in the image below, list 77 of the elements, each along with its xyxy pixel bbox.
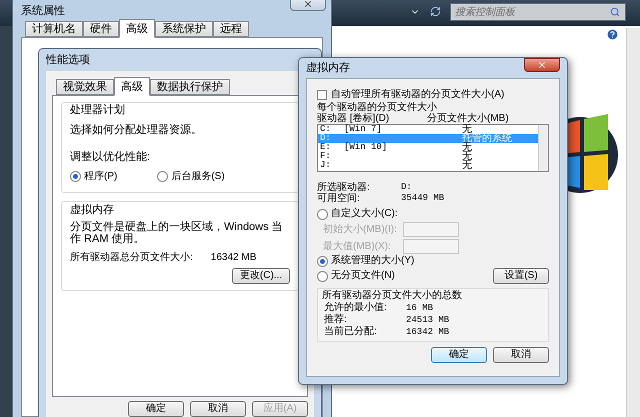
tab[interactable]: 数据执行保护 [150, 79, 230, 95]
close-icon [303, 0, 313, 9]
tab[interactable]: 计算机名 [25, 21, 83, 37]
close-button[interactable] [524, 58, 560, 72]
group-heading: 处理器计划 [70, 103, 126, 118]
drive-label: [Win 10] [344, 143, 388, 152]
tab[interactable]: 视觉效果 [56, 79, 114, 95]
close-button[interactable] [290, 0, 326, 11]
section-heading: 每个驱动器的分页文件大小 [317, 102, 438, 113]
drive-letter: E: [319, 143, 332, 152]
column-header: 驱动器 [卷标](D) [317, 113, 390, 124]
radio-label[interactable]: 自定义大小(C): [331, 208, 398, 220]
window-title: 系统属性 [21, 6, 65, 17]
drive-row[interactable]: J: 无 [318, 161, 538, 170]
tab[interactable]: 高级 [114, 77, 150, 96]
radio-button[interactable] [317, 270, 328, 282]
radio-button[interactable] [317, 256, 328, 266]
field-label: 初始大小(MB)(I): [323, 222, 398, 237]
page-file-size: 无 [462, 161, 472, 170]
refresh-icon[interactable] [430, 6, 441, 17]
drive-row[interactable]: F: 无 [318, 152, 538, 161]
scrollbar[interactable] [626, 28, 640, 417]
description-text: 选择如何分配处理器资源。 [70, 122, 203, 138]
radio-label[interactable]: 系统管理的大小(Y) [331, 255, 414, 267]
radio-label[interactable]: 后台服务(S) [171, 168, 225, 184]
field-value: 16342 MB [210, 251, 256, 265]
drive-label: [Win 7] [344, 125, 382, 134]
tab[interactable]: 系统保护 [155, 21, 213, 37]
dialog-button[interactable]: 取消 [190, 401, 246, 417]
field-label: 所选驱动器: [317, 182, 371, 193]
page-file-size: 无 [462, 125, 472, 134]
set-button[interactable]: 设置(S) [493, 268, 549, 284]
radio-button[interactable] [70, 170, 81, 182]
description-text: 分页文件是硬盘上的一块区域，Windows 当作 RAM 使用。 [70, 221, 284, 245]
radio-label[interactable]: 无分页文件(N) [331, 270, 395, 282]
drive-row[interactable]: E: [Win 10] 无 [318, 143, 538, 152]
field-value: D: [401, 182, 412, 193]
drive-row[interactable]: C: [Win 7] 无 [318, 125, 538, 134]
field-value: 24513 MB [406, 314, 450, 326]
column-header: 分页文件大小(MB) [427, 113, 509, 124]
field-value: 35449 MB [401, 193, 444, 204]
dialog-button[interactable]: 确定 [128, 401, 184, 417]
scrollbar[interactable] [538, 125, 548, 171]
field-label: 允许的最小值: [324, 302, 388, 314]
field-label: 调整以优化性能: [70, 150, 152, 165]
dialog-button[interactable]: 取消 [493, 347, 549, 363]
window-title: 虚拟内存 [306, 62, 350, 74]
window-title: 性能选项 [46, 54, 90, 66]
tab[interactable]: 高级 [119, 19, 155, 38]
help-icon[interactable] [606, 28, 619, 41]
drive-letter: C: [319, 125, 332, 134]
change-button[interactable]: 更改(C)... [232, 268, 290, 284]
field-label: 当前已分配: [324, 326, 378, 338]
close-icon [537, 60, 547, 70]
checkbox[interactable] [317, 90, 327, 100]
field-value: 16 MB [406, 302, 434, 314]
drive-letter: J: [319, 161, 332, 170]
page-file-size: 无 [462, 143, 472, 152]
search-field[interactable]: 搜索控制面板 [450, 3, 626, 21]
tab[interactable]: 硬件 [83, 21, 119, 37]
field-label: 最大值(MB)(X): [323, 240, 392, 254]
group-heading: 所有驱动器分页文件大小的总数 [322, 289, 463, 302]
checkbox-label[interactable]: 自动管理所有驱动器的分页文件大小(A) [331, 87, 504, 102]
radio-button[interactable] [317, 208, 328, 220]
field-label: 可用空间: [317, 193, 361, 204]
radio-label[interactable]: 程序(P) [84, 168, 118, 184]
search-icon[interactable] [610, 7, 620, 17]
field-value: 16342 MB [406, 326, 450, 338]
drive-letter: F: [319, 152, 332, 161]
dialog-button[interactable]: 确定 [431, 347, 487, 363]
field-label: 所有驱动器总分页文件大小: [70, 250, 193, 265]
group-heading: 虚拟内存 [70, 202, 115, 218]
radio-button[interactable] [157, 170, 168, 182]
tab[interactable]: 远程 [213, 21, 249, 37]
drive-letter: D: [319, 134, 332, 143]
field-label: 推荐: [324, 314, 348, 326]
page-file-size: 无 [462, 152, 472, 161]
